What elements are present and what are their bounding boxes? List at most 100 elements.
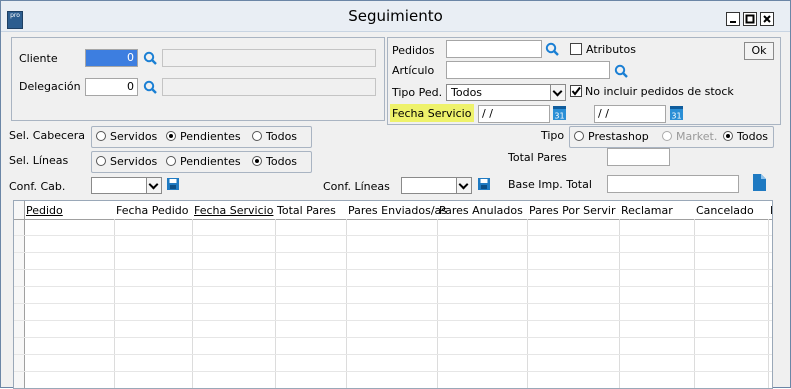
tipo-ped-value: Todos [451, 86, 483, 99]
articulo-input[interactable] [446, 61, 610, 79]
search-icon[interactable] [614, 64, 628, 78]
title-bar: pro Seguimiento [1, 1, 790, 32]
tipo-label: Tipo [541, 129, 565, 142]
floppy-disk-icon[interactable] [167, 178, 179, 190]
fecha-servicio-from-input[interactable]: / / [478, 105, 550, 123]
base-imp-field [607, 175, 739, 193]
grid-row[interactable] [14, 303, 772, 304]
total-pares-field [607, 148, 670, 166]
maximize-button[interactable] [743, 12, 757, 26]
tipo-group: Prestashop Market. Todos [569, 126, 774, 148]
cliente-name-field [162, 49, 376, 67]
grid-row[interactable] [14, 269, 772, 270]
seguimiento-window: pro Seguimiento Cliente 0 Delegación 0 P… [0, 0, 791, 389]
sel-lineas-label: Sel. Líneas [9, 154, 69, 167]
radio-tipo-todos[interactable]: Todos [723, 130, 768, 143]
radio-dot [252, 156, 262, 166]
col-pedido[interactable]: Pedido [26, 204, 63, 217]
fecha-servicio-to-input[interactable]: / / [594, 105, 666, 123]
row-header-column [14, 201, 25, 388]
no-incluir-checkbox[interactable] [570, 85, 582, 97]
col-truncated[interactable]: I [770, 204, 772, 217]
sel-cabecera-group: Servidos Pendientes Todos [91, 126, 312, 148]
sel-cabecera-label: Sel. Cabecera [9, 129, 86, 142]
conf-lineas-label: Conf. Líneas [323, 180, 390, 193]
delegacion-label: Delegación [19, 80, 81, 93]
radio-cabecera-pendientes[interactable]: Pendientes [166, 130, 241, 143]
close-button[interactable] [760, 12, 774, 26]
search-icon[interactable] [143, 51, 157, 65]
radio-lineas-todos[interactable]: Todos [252, 155, 297, 168]
cliente-input[interactable]: 0 [85, 49, 138, 67]
delegacion-name-field [162, 78, 376, 96]
calendar-icon[interactable]: 31 [553, 106, 566, 120]
search-icon[interactable] [143, 80, 157, 94]
floppy-disk-icon[interactable] [478, 178, 490, 190]
col-fecha-servicio[interactable]: Fecha Servicio [194, 204, 273, 217]
tipo-ped-label: Tipo Ped. [392, 86, 443, 99]
client-filter-panel: Cliente 0 Delegación 0 [11, 37, 385, 121]
radio-label: Todos [266, 130, 298, 143]
grid-row[interactable] [14, 371, 772, 372]
grid-header: Pedido Fecha Pedido Fecha Servicio Total… [14, 201, 772, 220]
delegacion-input[interactable]: 0 [85, 78, 138, 96]
radio-tipo-market[interactable]: Market. [662, 130, 717, 143]
window-title: Seguimiento [348, 7, 443, 25]
total-pares-label: Total Pares [508, 151, 567, 164]
radio-lineas-servidos[interactable]: Servidos [96, 155, 157, 168]
grid-row[interactable] [14, 320, 772, 321]
atributos-checkbox[interactable] [570, 43, 582, 55]
col-pares-anulados[interactable]: Pares Anulados [439, 204, 523, 217]
search-icon[interactable] [545, 42, 559, 56]
grid-row[interactable] [14, 252, 772, 253]
col-total-pares[interactable]: Total Pares [277, 204, 336, 217]
radio-label: Pendientes [180, 155, 241, 168]
tipo-ped-select[interactable]: Todos [446, 84, 566, 101]
no-incluir-label: No incluir pedidos de stock [585, 85, 734, 98]
grid-row[interactable] [14, 235, 772, 236]
radio-lineas-pendientes[interactable]: Pendientes [166, 155, 241, 168]
minimize-button[interactable] [726, 12, 740, 26]
document-icon[interactable] [753, 174, 766, 191]
radio-tipo-prestashop[interactable]: Prestashop [574, 130, 649, 143]
radio-dot [252, 131, 262, 141]
maximize-icon [745, 14, 755, 24]
grid-row[interactable] [14, 354, 772, 355]
grid-row[interactable] [14, 286, 772, 287]
chevron-down-icon [146, 178, 161, 193]
radio-dot [723, 131, 733, 141]
cliente-label: Cliente [19, 52, 58, 65]
radio-label: Servidos [110, 130, 158, 143]
radio-dot [662, 131, 672, 141]
conf-cab-select[interactable] [91, 177, 162, 194]
svg-text:31: 31 [554, 112, 564, 121]
grid-row[interactable] [14, 337, 772, 338]
conf-lineas-select[interactable] [401, 177, 472, 194]
radio-cabecera-todos[interactable]: Todos [252, 130, 297, 143]
radio-dot [166, 156, 176, 166]
sel-lineas-group: Servidos Pendientes Todos [91, 151, 312, 173]
radio-label: Todos [266, 155, 298, 168]
radio-label: Todos [737, 130, 769, 143]
articulo-label: Artículo [392, 64, 435, 77]
col-reclamar[interactable]: Reclamar [621, 204, 673, 217]
pedidos-input[interactable] [446, 40, 542, 58]
minimize-icon [730, 21, 736, 23]
col-cancelado[interactable]: Cancelado [696, 204, 754, 217]
conf-cab-label: Conf. Cab. [9, 180, 66, 193]
radio-dot [574, 131, 584, 141]
radio-cabecera-servidos[interactable]: Servidos [96, 130, 157, 143]
chevron-down-icon [550, 85, 565, 100]
calendar-icon[interactable]: 31 [670, 106, 683, 120]
col-pares-enviados[interactable]: Pares Enviados/as [348, 204, 447, 217]
col-fecha-pedido[interactable]: Fecha Pedido [116, 204, 189, 217]
checkmark-icon [571, 86, 581, 96]
radio-dot [96, 131, 106, 141]
radio-label: Prestashop [588, 130, 649, 143]
pedidos-label: Pedidos [392, 44, 435, 57]
chevron-down-icon [456, 178, 471, 193]
col-pares-por-servir[interactable]: Pares Por Servir [529, 204, 616, 217]
svg-text:31: 31 [671, 112, 681, 121]
ok-button[interactable]: Ok [744, 42, 774, 60]
radio-label: Servidos [110, 155, 158, 168]
